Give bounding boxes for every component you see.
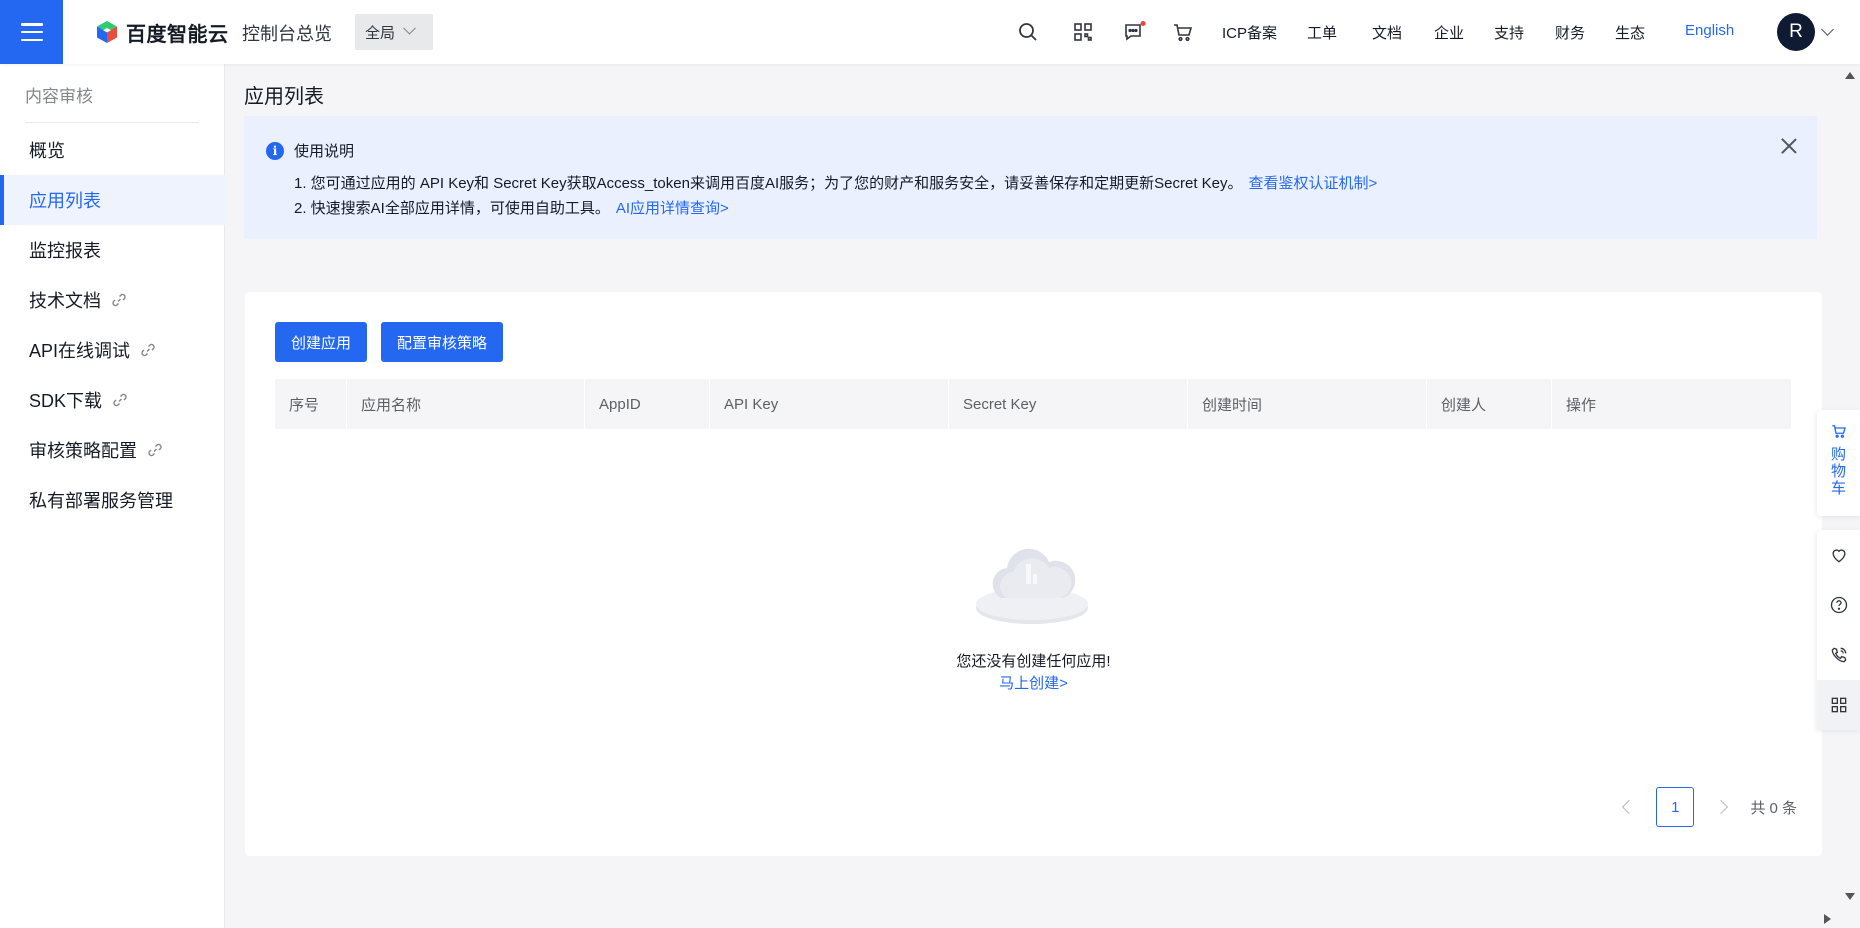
console-overview-link[interactable]: 控制台总览 xyxy=(242,20,332,46)
sidebar-item-overview[interactable]: 概览 xyxy=(0,125,225,175)
logo[interactable]: 百度智能云 xyxy=(94,18,229,46)
empty-cloud-illustration xyxy=(976,548,1088,624)
external-link-icon xyxy=(141,343,155,357)
hamburger-icon xyxy=(20,23,43,41)
chevron-down-icon xyxy=(403,21,416,35)
region-value: 全局 xyxy=(365,24,396,42)
external-link-icon xyxy=(148,443,162,457)
sidebar-item-label: SDK下载 xyxy=(29,391,103,411)
logo-text: 百度智能云 xyxy=(126,23,229,46)
apps-icon[interactable] xyxy=(1829,695,1849,715)
app-list-panel: 创建应用 配置审核策略 序号 应用名称 AppID API Key Secret… xyxy=(245,292,1822,856)
cart-label-char: 物 xyxy=(1830,463,1846,480)
external-link-icon xyxy=(112,293,126,307)
cart-icon[interactable] xyxy=(1171,20,1195,44)
create-app-button[interactable]: 创建应用 xyxy=(275,322,367,362)
sidebar-item-label: 监控报表 xyxy=(29,241,101,261)
next-page-icon[interactable] xyxy=(1714,799,1729,815)
column-header: Secret Key xyxy=(949,379,1188,429)
cart-label-char: 车 xyxy=(1830,480,1846,497)
nav-support[interactable]: 支持 xyxy=(1494,22,1524,43)
column-header: 创建时间 xyxy=(1188,379,1427,429)
empty-state-text: 您还没有创建任何应用! xyxy=(956,653,1111,670)
nav-icp[interactable]: ICP备案 xyxy=(1222,22,1277,43)
sidebar-item-label: API在线调试 xyxy=(29,341,131,361)
scroll-up-icon[interactable] xyxy=(1845,72,1855,79)
sidebar-item-label: 概览 xyxy=(29,141,65,161)
sidebar-item-label: 技术文档 xyxy=(29,291,101,311)
sidebar-item-private-deploy[interactable]: 私有部署服务管理 xyxy=(0,475,225,525)
external-link-icon xyxy=(113,393,127,407)
chevron-down-icon[interactable] xyxy=(1821,23,1834,36)
notice-title: 使用说明 xyxy=(294,143,355,160)
pagination: 1 共 0 条 xyxy=(1622,787,1797,827)
sidebar: 内容审核 概览 应用列表 监控报表 技术文档 API在线调试 SDK下载 审核策… xyxy=(0,64,225,928)
nav-docs[interactable]: 文档 xyxy=(1372,22,1402,43)
sidebar-title: 内容审核 xyxy=(25,87,93,106)
nav-enterprise[interactable]: 企业 xyxy=(1434,22,1464,43)
nav-ticket[interactable]: 工单 xyxy=(1307,22,1337,43)
hamburger-menu-button[interactable] xyxy=(0,0,63,64)
logo-icon xyxy=(97,21,117,43)
column-header: 操作 xyxy=(1566,396,1597,414)
column-header: 创建人 xyxy=(1427,379,1552,429)
top-bar: 百度智能云 控制台总览 全局 ICP备案 工单 文档 企业 支持 财务 生态 E… xyxy=(0,0,1860,64)
cart-label-char: 购 xyxy=(1830,446,1846,463)
page-number[interactable]: 1 xyxy=(1656,787,1695,827)
create-now-link[interactable]: 马上创建> xyxy=(245,672,1822,693)
scroll-down-icon[interactable] xyxy=(1845,893,1855,900)
column-header: AppID xyxy=(585,379,710,429)
search-icon[interactable] xyxy=(1016,20,1040,44)
notice-line-1-text: 1. 您可通过应用的 API Key和 Secret Key获取Access_t… xyxy=(294,175,1243,192)
sidebar-item-label: 私有部署服务管理 xyxy=(29,491,173,511)
sidebar-item-policy-config[interactable]: 审核策略配置 xyxy=(0,425,225,475)
column-header: 序号 xyxy=(275,379,347,429)
sidebar-item-monitoring[interactable]: 监控报表 xyxy=(0,225,225,275)
floating-toolbar xyxy=(1817,530,1860,730)
language-switch[interactable]: English xyxy=(1685,22,1734,39)
qrcode-icon[interactable] xyxy=(1071,20,1095,44)
nav-ecosystem[interactable]: 生态 xyxy=(1615,22,1645,43)
usage-notice: i 使用说明 1. 您可通过应用的 API Key和 Secret Key获取A… xyxy=(244,116,1817,239)
notice-line-1: 1. 您可通过应用的 API Key和 Secret Key获取Access_t… xyxy=(294,172,1377,193)
column-header: 应用名称 xyxy=(347,379,585,429)
page-title: 应用列表 xyxy=(244,86,324,108)
avatar[interactable]: R xyxy=(1777,13,1815,51)
notice-line-2-text: 2. 快速搜索AI全部应用详情，可使用自助工具。 xyxy=(294,200,610,217)
app-detail-query-link[interactable]: AI应用详情查询> xyxy=(616,200,729,217)
nav-finance[interactable]: 财务 xyxy=(1555,22,1585,43)
region-select[interactable]: 全局 xyxy=(355,14,433,50)
sidebar-item-api-debug[interactable]: API在线调试 xyxy=(0,325,225,375)
help-icon[interactable] xyxy=(1829,595,1849,615)
info-icon: i xyxy=(266,142,284,160)
config-policy-button[interactable]: 配置审核策略 xyxy=(381,322,503,362)
table-header: 序号 应用名称 AppID API Key Secret Key 创建时间 创建… xyxy=(275,379,1791,429)
sidebar-item-label: 审核策略配置 xyxy=(29,441,137,461)
sidebar-item-app-list[interactable]: 应用列表 xyxy=(0,175,225,225)
column-header: API Key xyxy=(710,379,949,429)
scroll-right-icon[interactable] xyxy=(1824,914,1831,924)
auth-mechanism-link[interactable]: 查看鉴权认证机制> xyxy=(1249,175,1378,192)
message-icon[interactable] xyxy=(1122,20,1146,44)
sidebar-item-tech-docs[interactable]: 技术文档 xyxy=(0,275,225,325)
cart-icon xyxy=(1831,425,1846,438)
floating-cart-button[interactable]: 购 物 车 xyxy=(1817,410,1860,516)
total-count: 共 0 条 xyxy=(1750,799,1797,817)
sidebar-item-sdk-download[interactable]: SDK下载 xyxy=(0,375,225,425)
phone-icon[interactable] xyxy=(1829,645,1849,665)
prev-page-icon[interactable] xyxy=(1622,799,1637,815)
close-icon[interactable] xyxy=(1781,138,1797,154)
sidebar-item-label: 应用列表 xyxy=(29,191,101,211)
notice-line-2: 2. 快速搜索AI全部应用详情，可使用自助工具。 AI应用详情查询> xyxy=(294,197,729,218)
sidebar-divider xyxy=(25,122,199,123)
heart-icon[interactable] xyxy=(1829,545,1849,565)
